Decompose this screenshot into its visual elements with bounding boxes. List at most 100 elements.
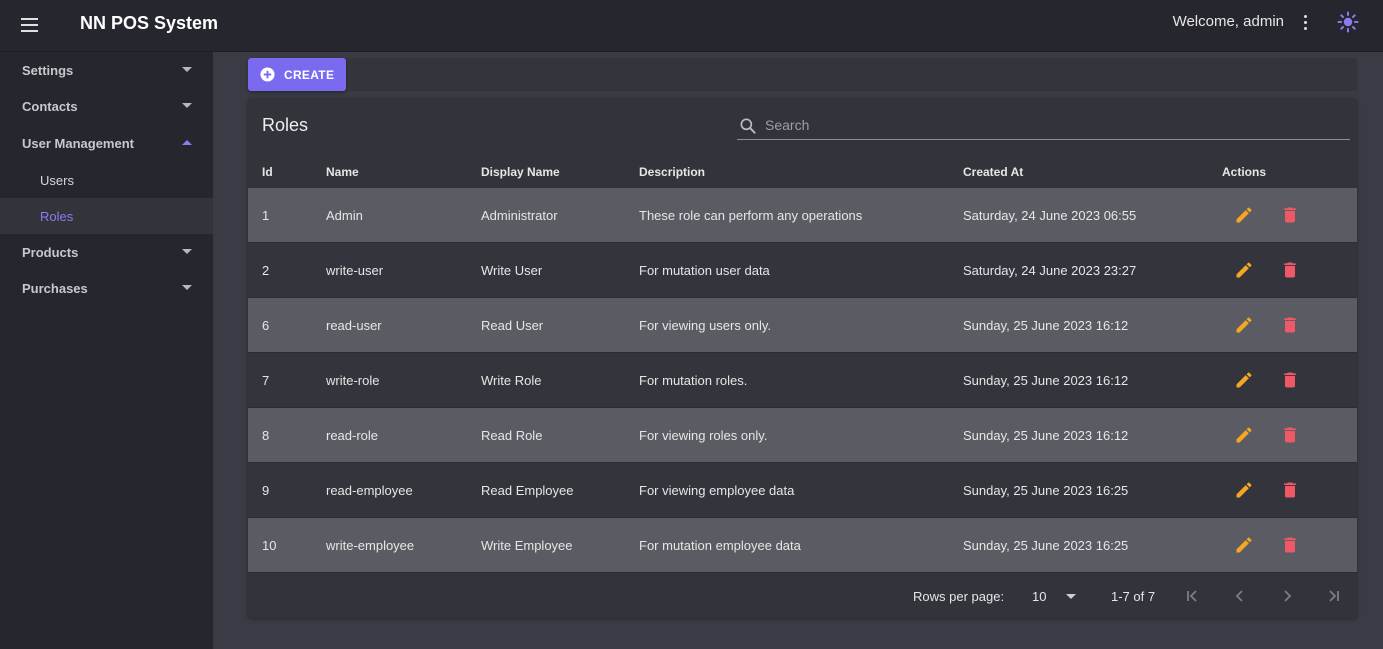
pencil-icon[interactable]: [1234, 205, 1254, 225]
roles-card: Roles Id Name Display Name Description C…: [248, 98, 1357, 618]
cell-created-at: Sunday, 25 June 2023 16:12: [963, 317, 1129, 333]
cell-name: write-employee: [326, 537, 415, 553]
sidebar-item-user-management[interactable]: User Management: [0, 124, 213, 162]
sidebar-item-label: Roles: [40, 208, 74, 224]
search-icon: [740, 118, 756, 134]
cell-id: 2: [262, 262, 270, 278]
cell-display-name: Write User: [481, 262, 543, 278]
page-title: Roles: [262, 115, 309, 135]
brightness-icon[interactable]: [1336, 10, 1360, 34]
cell-created-at: Sunday, 25 June 2023 16:12: [963, 427, 1129, 443]
cell-description: For viewing roles only.: [639, 427, 768, 443]
sidebar-item-contacts[interactable]: Contacts: [0, 88, 213, 124]
chevron-down-icon: [182, 285, 192, 290]
table-row[interactable]: 2 write-user Write User For mutation user d…: [248, 243, 1357, 298]
sidebar-item-roles[interactable]: Roles: [0, 198, 213, 234]
cell-display-name: Write Employee: [481, 537, 573, 553]
cell-name: write-user: [326, 262, 384, 278]
chevron-up-icon: [182, 140, 192, 145]
toolbar: [248, 58, 1357, 91]
cell-name: Admin: [326, 207, 363, 223]
sidebar-item-label: Purchases: [22, 280, 88, 296]
sidebar-item-products[interactable]: Products: [0, 234, 213, 270]
add-circle-icon: [260, 67, 275, 82]
cell-id: 9: [262, 482, 270, 498]
cell-description: These role can perform any operations: [639, 207, 863, 223]
previous-page-icon[interactable]: [1230, 586, 1250, 606]
table-body: 1 Admin Administrator These role can perfor…: [248, 188, 1357, 573]
cell-id: 8: [262, 427, 270, 443]
cell-id: 7: [262, 372, 270, 388]
menu-icon[interactable]: [18, 13, 42, 37]
create-button-label: CREATE: [284, 67, 335, 82]
pencil-icon[interactable]: [1234, 425, 1254, 445]
last-page-icon[interactable]: [1323, 586, 1343, 606]
more-vert-icon[interactable]: [1297, 11, 1313, 33]
pencil-icon[interactable]: [1234, 480, 1254, 500]
sidebar-item-settings[interactable]: Settings: [0, 52, 213, 88]
column-header-created-at[interactable]: Created At: [963, 155, 1023, 188]
column-header-description[interactable]: Description: [639, 155, 705, 188]
rows-per-page-label: Rows per page:: [913, 589, 1005, 604]
cell-created-at: Sunday, 25 June 2023 16:12: [963, 372, 1129, 388]
cell-id: 1: [262, 207, 270, 223]
cell-description: For viewing users only.: [639, 317, 771, 333]
sidebar-item-purchases[interactable]: Purchases: [0, 270, 213, 306]
cell-name: read-role: [326, 427, 379, 443]
table-row[interactable]: 9 read-employee Read Employee For viewing e…: [248, 463, 1357, 518]
cell-display-name: Read Employee: [481, 482, 574, 498]
chevron-down-icon: [182, 249, 192, 254]
sidebar-item-label: Settings: [22, 62, 74, 78]
column-header-id[interactable]: Id: [262, 155, 273, 188]
rows-per-page-select[interactable]: 10: [1032, 589, 1078, 607]
table-row[interactable]: 7 write-role Write Role For mutation roles.…: [248, 353, 1357, 408]
chevron-down-icon: [182, 103, 192, 108]
trash-icon[interactable]: [1280, 315, 1300, 335]
cell-name: write-role: [326, 372, 380, 388]
pencil-icon[interactable]: [1234, 260, 1254, 280]
pagination-range: 1-7 of 7: [1111, 589, 1156, 604]
create-button[interactable]: CREATE: [248, 58, 346, 91]
cell-display-name: Read User: [481, 317, 544, 333]
table-row[interactable]: 1 Admin Administrator These role can perfor…: [248, 188, 1357, 243]
cell-description: For mutation employee data: [639, 537, 801, 553]
trash-icon[interactable]: [1280, 425, 1300, 445]
column-header-name[interactable]: Name: [326, 155, 359, 188]
rows-per-page-value: 10: [1032, 589, 1047, 604]
column-header-display-name[interactable]: Display Name: [481, 155, 560, 188]
cell-name: read-employee: [326, 482, 413, 498]
sidebar-item-label: User Management: [22, 135, 134, 151]
cell-description: For mutation roles.: [639, 372, 748, 388]
cell-created-at: Saturday, 24 June 2023 06:55: [963, 207, 1137, 223]
next-page-icon[interactable]: [1277, 586, 1297, 606]
cell-created-at: Saturday, 24 June 2023 23:27: [963, 262, 1137, 278]
cell-name: read-user: [326, 317, 382, 333]
trash-icon[interactable]: [1280, 260, 1300, 280]
cell-display-name: Administrator: [481, 207, 558, 223]
first-page-icon[interactable]: [1183, 586, 1203, 606]
cell-description: For mutation user data: [639, 262, 770, 278]
trash-icon[interactable]: [1280, 205, 1300, 225]
cell-description: For viewing employee data: [639, 482, 795, 498]
pencil-icon[interactable]: [1234, 535, 1254, 555]
sidebar-item-label: Contacts: [22, 98, 78, 114]
trash-icon[interactable]: [1280, 480, 1300, 500]
table-row[interactable]: 10 write-employee Write Employee For mutati…: [248, 518, 1357, 573]
sidebar-item-users[interactable]: Users: [0, 162, 213, 198]
search-input[interactable]: [765, 114, 1345, 136]
cell-created-at: Sunday, 25 June 2023 16:25: [963, 537, 1129, 553]
table-row[interactable]: 6 read-user Read User For viewing users onl…: [248, 298, 1357, 353]
trash-icon[interactable]: [1280, 370, 1300, 390]
chevron-down-icon: [1066, 594, 1076, 599]
trash-icon[interactable]: [1280, 535, 1300, 555]
cell-display-name: Read Role: [481, 427, 543, 443]
pencil-icon[interactable]: [1234, 315, 1254, 335]
cell-display-name: Write Role: [481, 372, 542, 388]
chevron-down-icon: [182, 67, 192, 72]
welcome-text: Welcome, admin: [1172, 13, 1284, 30]
app-title: NN POS System: [80, 13, 219, 33]
column-header-actions: Actions: [1222, 164, 1267, 179]
search-field: [737, 108, 1350, 140]
pencil-icon[interactable]: [1234, 370, 1254, 390]
table-row[interactable]: 8 read-role Read Role For viewing roles onl…: [248, 408, 1357, 463]
